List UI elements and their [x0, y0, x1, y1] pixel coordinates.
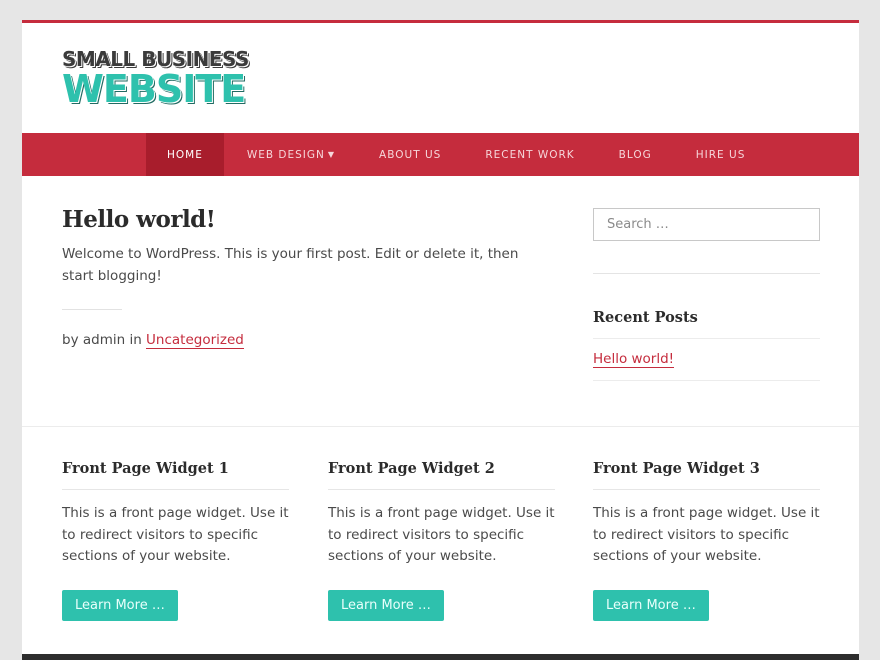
nav-item-label: RECENT WORK — [485, 148, 575, 161]
recent-posts-title: Recent Posts — [593, 309, 820, 339]
main-navigation: HOME WEB DESIGN ▼ ABOUT US RECENT WORK B… — [22, 133, 859, 176]
nav-item-label: HOME — [167, 148, 203, 161]
nav-item-label: BLOG — [618, 148, 652, 161]
logo-line-website: WEBSITE — [62, 67, 246, 111]
category-link[interactable]: Uncategorized — [146, 332, 244, 349]
front-widget-2: Front Page Widget 2 This is a front page… — [328, 427, 555, 621]
main-content: Hello world! Welcome to WordPress. This … — [62, 206, 582, 349]
front-widget-1: Front Page Widget 1 This is a front page… — [62, 427, 289, 621]
caret-down-icon: ▼ — [327, 150, 336, 159]
sidebar-divider — [593, 273, 820, 274]
nav-item-about-us[interactable]: ABOUT US — [358, 133, 462, 176]
nav-item-hire-us[interactable]: HIRE US — [675, 133, 767, 176]
front-widget-3: Front Page Widget 3 This is a front page… — [593, 427, 820, 621]
nav-item-home[interactable]: HOME — [146, 133, 224, 176]
site-header: SMALL BUSINESS WEBSITE — [22, 23, 859, 133]
logo-line-small-business: SMALL BUSINESS — [62, 47, 249, 71]
nav-item-label: WEB DESIGN — [246, 148, 325, 161]
nav-item-label: HIRE US — [695, 148, 746, 161]
post-author-text: by admin in — [62, 332, 147, 348]
sidebar: Recent Posts Hello world! — [593, 208, 820, 381]
search-input[interactable] — [593, 208, 820, 241]
front-page-widgets: Front Page Widget 1 This is a front page… — [22, 426, 859, 660]
footer-bar — [22, 654, 859, 660]
nav-item-blog[interactable]: BLOG — [598, 133, 673, 176]
front-widget-title: Front Page Widget 3 — [593, 460, 820, 490]
nav-item-label: ABOUT US — [379, 148, 442, 161]
post-divider — [62, 309, 122, 310]
front-widget-text: This is a front page widget. Use it to r… — [328, 505, 555, 564]
post-meta: by admin in Uncategorized — [62, 332, 582, 349]
learn-more-button[interactable]: Learn More … — [593, 589, 709, 621]
front-widget-title: Front Page Widget 1 — [62, 460, 289, 490]
site-logo[interactable]: SMALL BUSINESS WEBSITE — [62, 49, 252, 109]
post-body: Welcome to WordPress. This is your first… — [62, 246, 519, 284]
front-widget-text: This is a front page widget. Use it to r… — [62, 505, 289, 564]
learn-more-button[interactable]: Learn More … — [328, 589, 444, 621]
front-widget-title: Front Page Widget 2 — [328, 460, 555, 490]
learn-more-button[interactable]: Learn More … — [62, 589, 178, 621]
front-widget-text: This is a front page widget. Use it to r… — [593, 505, 820, 564]
recent-post-link[interactable]: Hello world! — [593, 351, 675, 368]
nav-item-web-design[interactable]: WEB DESIGN ▼ — [226, 133, 356, 176]
post-title[interactable]: Hello world! — [62, 206, 582, 233]
recent-posts-divider — [593, 380, 820, 381]
nav-item-recent-work[interactable]: RECENT WORK — [464, 133, 595, 176]
page-container: SMALL BUSINESS WEBSITE HOME WEB DESIGN ▼… — [22, 20, 859, 660]
